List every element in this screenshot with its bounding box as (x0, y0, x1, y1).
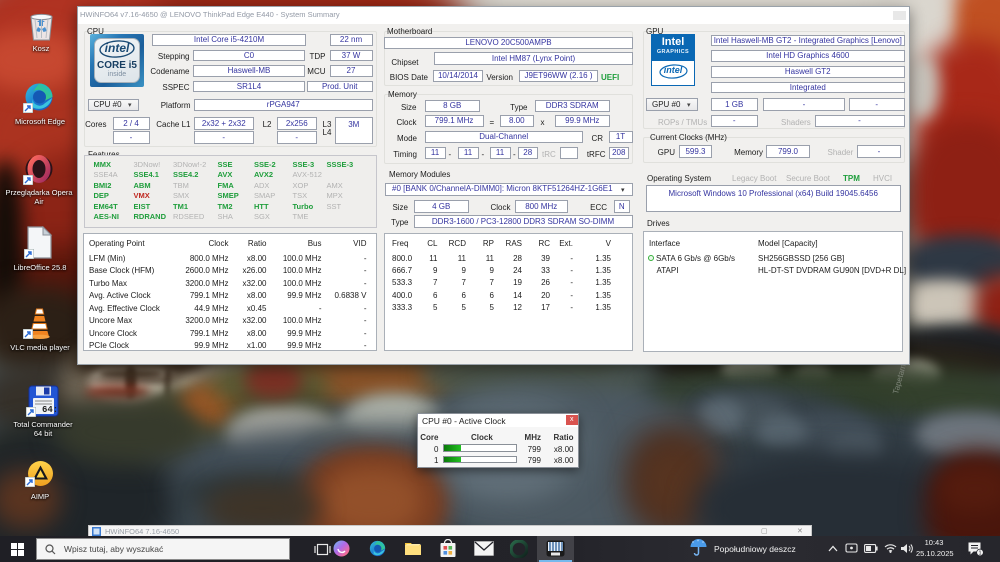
svg-text:64:: 64: (42, 405, 58, 415)
svg-text:1: 1 (978, 551, 981, 556)
